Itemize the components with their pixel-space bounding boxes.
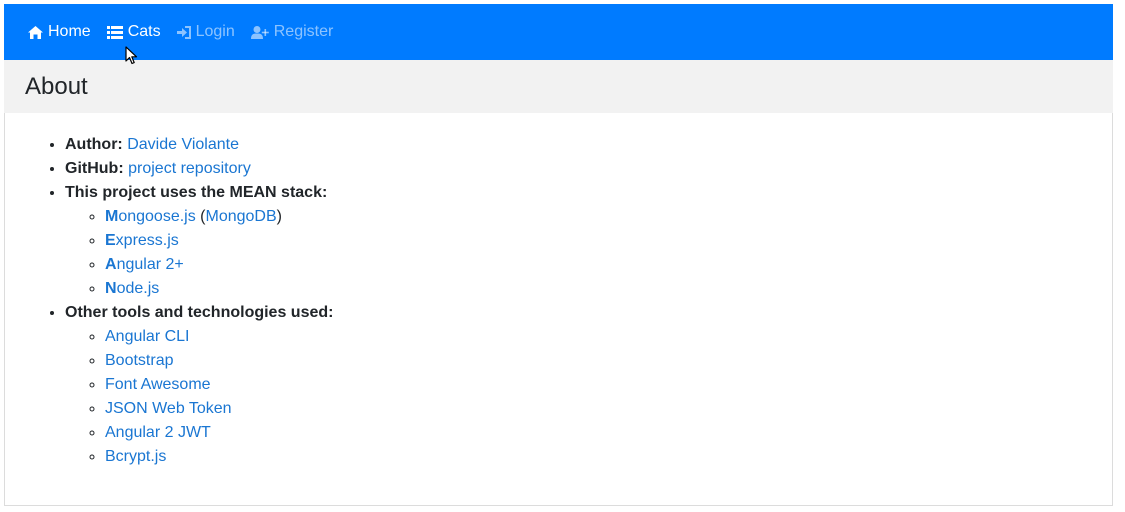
mongoose-link[interactable]: Mongoose.js: [105, 208, 196, 225]
list-item-author: Author: Davide Violante: [65, 133, 333, 157]
author-label: Author:: [65, 136, 123, 153]
github-link[interactable]: project repository: [128, 160, 251, 177]
list-icon: [106, 25, 123, 39]
list-item-stack: This project uses the MEAN stack: Mongoo…: [65, 181, 333, 301]
user-plus-icon: [250, 25, 269, 39]
about-card: Author: Davide Violante GitHub: project …: [4, 113, 1113, 506]
list-item-github: GitHub: project repository: [65, 157, 333, 181]
node-link[interactable]: Node.js: [105, 280, 159, 297]
nav-cats[interactable]: Cats: [106, 23, 161, 41]
about-list: Author: Davide Violante GitHub: project …: [5, 133, 333, 469]
tools-label: Other tools and technologies used:: [65, 304, 334, 321]
nav-register[interactable]: Register: [250, 23, 334, 41]
list-item: JSON Web Token: [105, 397, 333, 421]
list-item: Angular CLI: [105, 325, 333, 349]
tool-link-angular-cli[interactable]: Angular CLI: [105, 328, 190, 345]
sign-in-icon: [176, 25, 191, 39]
paren-open: (: [195, 208, 206, 225]
paren-close: ): [276, 208, 282, 225]
list-item: Font Awesome: [105, 373, 333, 397]
author-link[interactable]: Davide Violante: [127, 136, 239, 153]
nav-register-label: Register: [273, 23, 334, 40]
tool-link-font-awesome[interactable]: Font Awesome: [105, 376, 211, 393]
tool-link-bcrypt[interactable]: Bcrypt.js: [105, 448, 166, 465]
nav-home[interactable]: Home: [28, 23, 91, 41]
tool-link-jwt[interactable]: JSON Web Token: [105, 400, 232, 417]
tool-link-bootstrap[interactable]: Bootstrap: [105, 352, 173, 369]
mongodb-link[interactable]: MongoDB: [206, 208, 277, 225]
list-item: Angular 2+: [105, 253, 333, 277]
express-link[interactable]: Express.js: [105, 232, 179, 249]
list-item: Bcrypt.js: [105, 445, 333, 469]
tools-list: Angular CLI Bootstrap Font Awesome JSON …: [65, 325, 333, 469]
nav-login[interactable]: Login: [176, 23, 235, 41]
github-label: GitHub:: [65, 160, 124, 177]
stack-label: This project uses the MEAN stack:: [65, 184, 328, 201]
page-title: About: [25, 72, 88, 100]
top-navbar: Home Cats Login Register: [4, 4, 1113, 60]
list-item: Angular 2 JWT: [105, 421, 333, 445]
list-item: Bootstrap: [105, 349, 333, 373]
home-icon: [28, 25, 43, 39]
list-item: Node.js: [105, 277, 333, 301]
tool-link-angular-jwt[interactable]: Angular 2 JWT: [105, 424, 211, 441]
nav-home-label: Home: [48, 23, 91, 40]
page-header: About: [4, 60, 1113, 113]
list-item: Mongoose.js (MongoDB): [105, 205, 333, 229]
nav-cats-label: Cats: [127, 23, 161, 40]
nav-login-label: Login: [195, 23, 235, 40]
list-item: Express.js: [105, 229, 333, 253]
stack-list: Mongoose.js (MongoDB) Express.js Angular…: [65, 205, 333, 301]
list-item-tools: Other tools and technologies used: Angul…: [65, 301, 333, 469]
angular-link[interactable]: Angular 2+: [105, 256, 184, 273]
